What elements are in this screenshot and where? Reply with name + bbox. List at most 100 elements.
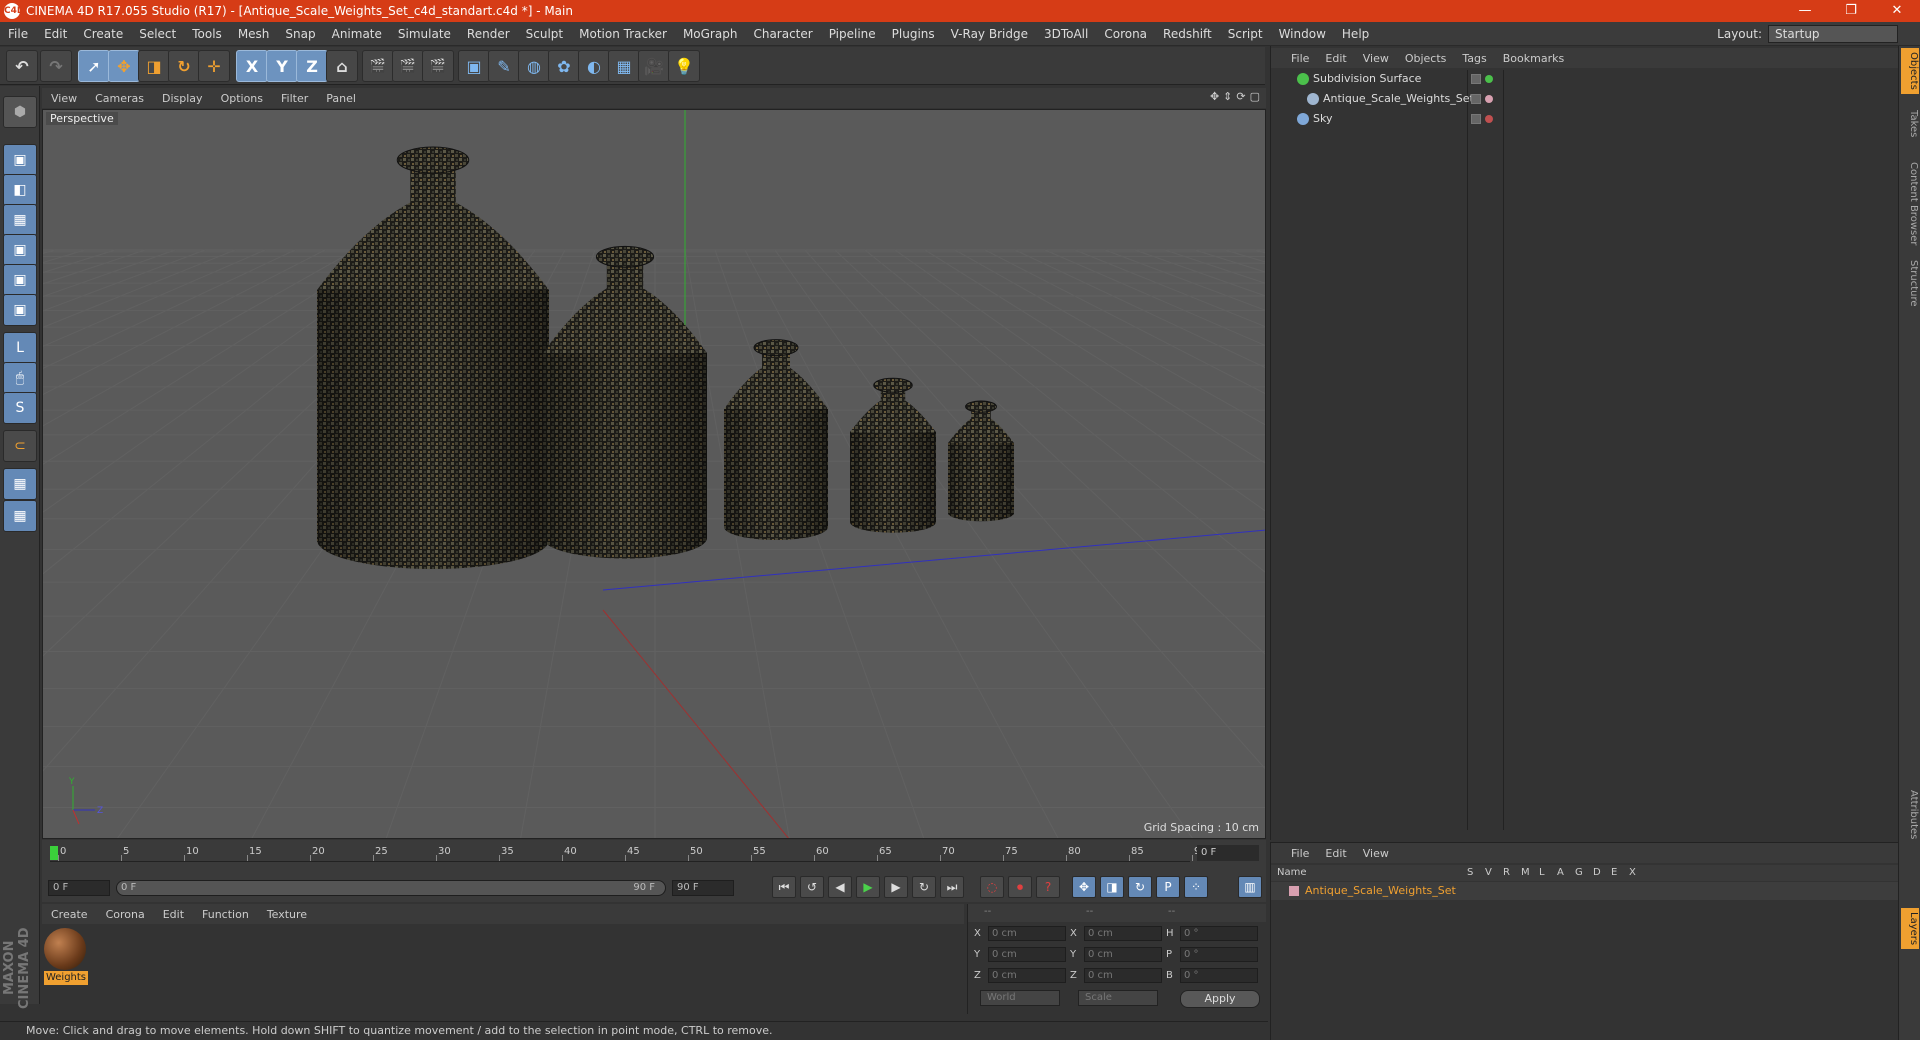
menu-item-window[interactable]: Window xyxy=(1271,22,1334,46)
light-object-button[interactable]: 💡 xyxy=(668,50,700,82)
model-mode-button[interactable]: ▣ xyxy=(3,144,37,176)
layout-dropdown[interactable]: Startup xyxy=(1768,25,1898,43)
workplane-lock-button[interactable]: ▦ xyxy=(3,468,37,500)
tab-objects[interactable]: Objects xyxy=(1901,48,1919,94)
render-to-picture-viewer-button[interactable]: 🎬 xyxy=(392,50,424,82)
menu-item-snap[interactable]: Snap xyxy=(277,22,323,46)
coordinate-system-button[interactable]: ⌂ xyxy=(326,50,358,82)
tab-layers[interactable]: Layers xyxy=(1901,908,1919,950)
workplane-snap-button[interactable]: ▦ xyxy=(3,500,37,532)
menu-item-render[interactable]: Render xyxy=(459,22,518,46)
viewport-menu-display[interactable]: Display xyxy=(153,92,212,105)
menu-item-script[interactable]: Script xyxy=(1220,22,1271,46)
texture-mode-button[interactable]: ◧ xyxy=(3,174,37,206)
object-menu-edit[interactable]: Edit xyxy=(1317,52,1354,65)
layer-menu-file[interactable]: File xyxy=(1283,847,1317,860)
viewport-nav-2-icon[interactable]: ⟳ xyxy=(1236,90,1245,103)
key-pla-button[interactable]: ⁘ xyxy=(1184,876,1208,898)
scale-tool-button[interactable]: ◨ xyxy=(138,50,170,82)
play-button[interactable]: ▶ xyxy=(856,876,880,898)
viewport-nav-1-icon[interactable]: ⇕ xyxy=(1223,90,1232,103)
menu-item-redshift[interactable]: Redshift xyxy=(1155,22,1220,46)
menu-item-file[interactable]: File xyxy=(0,22,36,46)
maximize-button[interactable]: ❐ xyxy=(1828,0,1874,22)
x-axis-lock-button[interactable]: X xyxy=(236,50,268,82)
key-position-button[interactable]: ✥ xyxy=(1072,876,1096,898)
z-axis-lock-button[interactable]: Z xyxy=(296,50,328,82)
viewport-menu-cameras[interactable]: Cameras xyxy=(86,92,153,105)
previous-frame-button[interactable]: ◀ xyxy=(828,876,852,898)
viewport-menu-filter[interactable]: Filter xyxy=(272,92,317,105)
object-menu-tags[interactable]: Tags xyxy=(1454,52,1494,65)
next-key-button[interactable]: ↻ xyxy=(912,876,936,898)
close-button[interactable]: ✕ xyxy=(1874,0,1920,22)
workplane-mode-button[interactable]: ▦ xyxy=(3,204,37,236)
coord-field-x[interactable]: 0 cm xyxy=(988,925,1066,941)
layer-row[interactable]: Antique_Scale_Weights_Set xyxy=(1271,882,1899,900)
go-to-start-button[interactable]: ⏮ xyxy=(772,876,796,898)
object-menu-objects[interactable]: Objects xyxy=(1397,52,1455,65)
coord-field-y[interactable]: 0 cm xyxy=(1084,946,1162,962)
viewport-nav-3-icon[interactable]: ▢ xyxy=(1250,90,1260,103)
key-parameter-button[interactable]: P xyxy=(1156,876,1180,898)
scale-weight-1[interactable] xyxy=(317,146,549,569)
coord-field-p[interactable]: 0 ° xyxy=(1180,946,1258,962)
menu-item-simulate[interactable]: Simulate xyxy=(390,22,459,46)
axis-mode-button[interactable]: L xyxy=(3,332,37,364)
playhead-marker[interactable] xyxy=(50,846,58,860)
undo-button[interactable]: ↶ xyxy=(6,50,38,82)
material-menu-create[interactable]: Create xyxy=(42,908,97,921)
object-row-subdivision-surface[interactable]: Subdivision Surface xyxy=(1271,70,1899,88)
menu-item-character[interactable]: Character xyxy=(745,22,820,46)
end-frame-field[interactable]: 90 F xyxy=(672,880,734,896)
frame-range-slider[interactable]: 0 F 90 F xyxy=(116,880,666,896)
coord-field-z[interactable]: 0 cm xyxy=(988,967,1066,983)
timeline-ruler[interactable]: 051015202530354045505560657075808590 xyxy=(50,842,1207,862)
menu-item-sculpt[interactable]: Sculpt xyxy=(518,22,571,46)
menu-item-edit[interactable]: Edit xyxy=(36,22,75,46)
coordinate-mode-dropdown[interactable]: Scale xyxy=(1078,990,1158,1006)
material-menu-texture[interactable]: Texture xyxy=(258,908,316,921)
live-selection-tool-button[interactable]: ➚ xyxy=(78,50,110,82)
object-menu-view[interactable]: View xyxy=(1355,52,1397,65)
apply-button[interactable]: Apply xyxy=(1180,990,1260,1008)
viewport-menu-options[interactable]: Options xyxy=(212,92,272,105)
tweak-mode-button[interactable]: 🖱 xyxy=(3,362,37,394)
object-row-antique-scale-weights-set[interactable]: Antique_Scale_Weights_Set xyxy=(1271,90,1899,108)
menu-item-animate[interactable]: Animate xyxy=(324,22,390,46)
autokeying-button[interactable]: ? xyxy=(1036,876,1060,898)
camera-object-button[interactable]: 🎥 xyxy=(638,50,670,82)
record-active-objects-button[interactable]: ⏺ xyxy=(1008,876,1032,898)
menu-item-mograph[interactable]: MoGraph xyxy=(675,22,746,46)
object-row-sky[interactable]: Sky xyxy=(1271,110,1899,128)
cube-primitive-button[interactable]: ▣ xyxy=(458,50,490,82)
render-view-button[interactable]: 🎬 xyxy=(362,50,394,82)
layer-menu-edit[interactable]: Edit xyxy=(1317,847,1354,860)
coord-field-z[interactable]: 0 cm xyxy=(1084,967,1162,983)
material-menu-corona[interactable]: Corona xyxy=(97,908,154,921)
deformer-button[interactable]: ◐ xyxy=(578,50,610,82)
tab-attributes[interactable]: Attributes xyxy=(1901,786,1919,843)
viewport-menu-view[interactable]: View xyxy=(42,92,86,105)
points-mode-button[interactable]: ▣ xyxy=(3,234,37,266)
coordinate-space-dropdown[interactable]: World xyxy=(980,990,1060,1006)
coord-field-y[interactable]: 0 cm xyxy=(988,946,1066,962)
viewport-nav-0-icon[interactable]: ✥ xyxy=(1210,90,1219,103)
polygons-mode-button[interactable]: ▣ xyxy=(3,294,37,326)
menu-item-pipeline[interactable]: Pipeline xyxy=(821,22,884,46)
recent-tools-button[interactable]: ✛ xyxy=(198,50,230,82)
scale-weight-3[interactable] xyxy=(724,339,828,540)
redo-button[interactable]: ↷ xyxy=(40,50,72,82)
edges-mode-button[interactable]: ▣ xyxy=(3,264,37,296)
edit-render-settings-button[interactable]: 🎬 xyxy=(422,50,454,82)
motion-path-button[interactable]: ◌ xyxy=(980,876,1004,898)
coord-field-h[interactable]: 0 ° xyxy=(1180,925,1258,941)
tab-takes[interactable]: Takes xyxy=(1901,106,1919,141)
key-rotation-button[interactable]: ↻ xyxy=(1128,876,1152,898)
menu-item-help[interactable]: Help xyxy=(1334,22,1377,46)
timeline-window-button[interactable]: ▥ xyxy=(1238,876,1262,898)
y-axis-lock-button[interactable]: Y xyxy=(266,50,298,82)
visibility-toggle[interactable] xyxy=(1471,74,1481,84)
menu-item-select[interactable]: Select xyxy=(131,22,184,46)
visibility-toggle[interactable] xyxy=(1471,114,1481,124)
